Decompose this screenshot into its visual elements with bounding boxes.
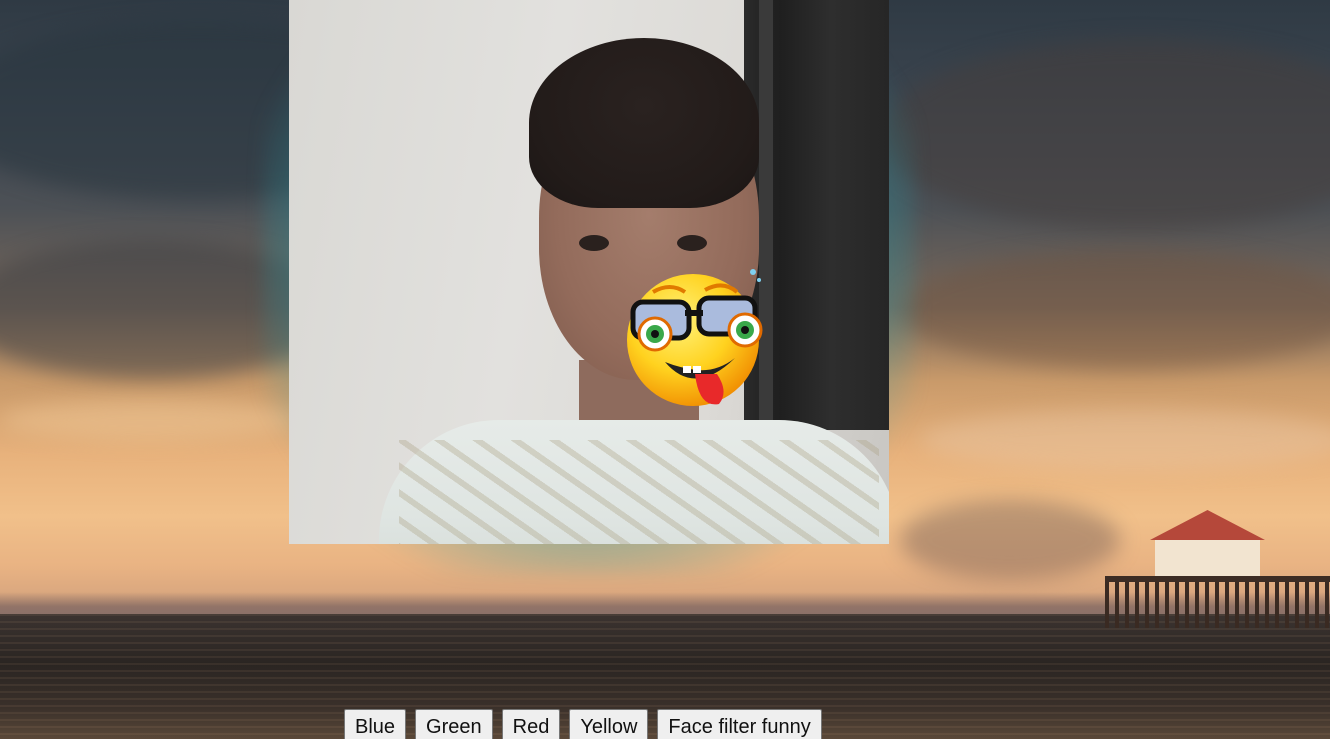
cloud <box>900 500 1120 580</box>
webcam-video <box>289 0 889 544</box>
pier-roof <box>1150 510 1265 540</box>
nerd-emoji-icon <box>627 269 763 406</box>
green-filter-button[interactable]: Green <box>415 709 493 739</box>
video-person-eye <box>677 235 707 251</box>
filter-button-bar: Blue Green Red Yellow Face filter funny <box>344 709 822 739</box>
video-shirt-pattern <box>399 440 879 544</box>
pier-building <box>1155 540 1260 576</box>
pier-pilings <box>1105 582 1330 628</box>
cloud <box>0 400 300 440</box>
blue-filter-button[interactable]: Blue <box>344 709 407 739</box>
face-filter-funny-button[interactable]: Face filter funny <box>657 709 822 739</box>
video-person-eye <box>579 235 609 251</box>
pier <box>1105 510 1330 630</box>
yellow-filter-button[interactable]: Yellow <box>569 709 649 739</box>
video-person-hair <box>529 38 759 208</box>
cloud <box>920 410 1330 470</box>
red-filter-button[interactable]: Red <box>501 709 561 739</box>
